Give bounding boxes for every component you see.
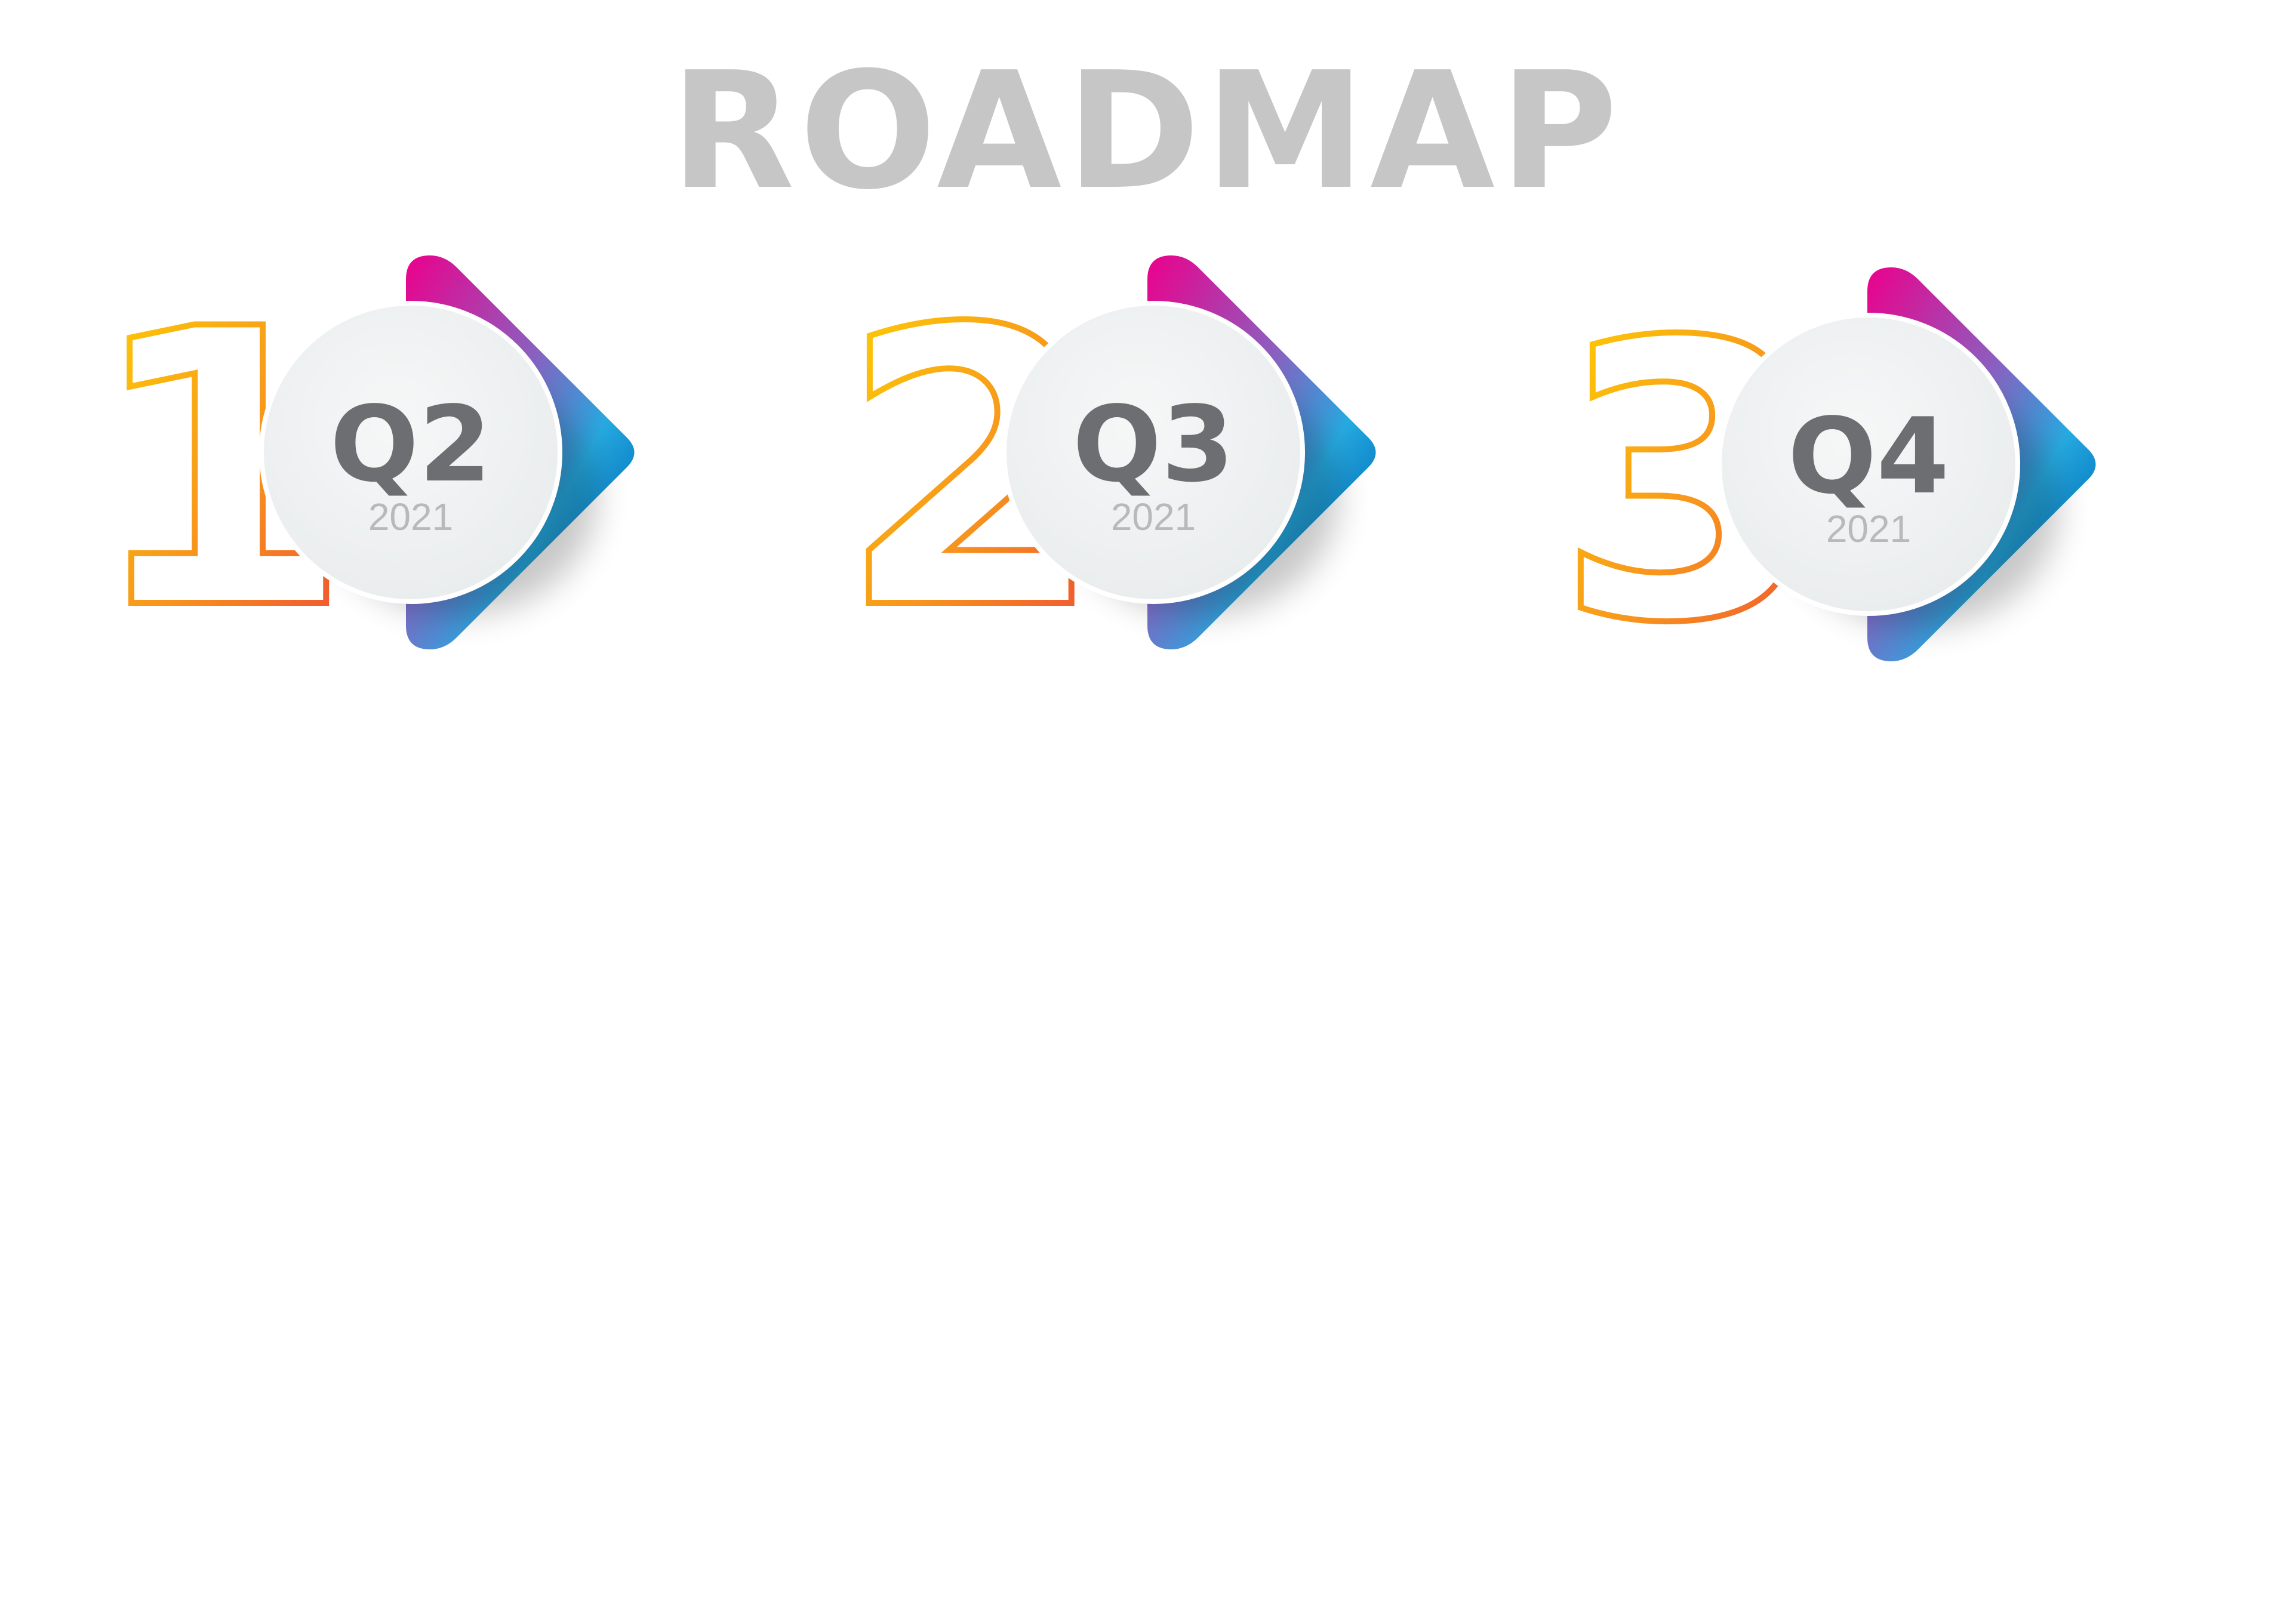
year-label-1: 2021 bbox=[368, 495, 453, 538]
quarter-label-2: Q3 bbox=[1073, 384, 1235, 506]
roadmap-step-2: 2 Q3 2021 bbox=[836, 245, 1376, 696]
roadmap-diagram: 1 Q2 2021 2 Q3 2021 3 Q4 2021 bbox=[84, 245, 2096, 709]
quarter-label-3: Q4 bbox=[1788, 396, 1950, 517]
year-label-2: 2021 bbox=[1111, 495, 1196, 538]
roadmap-step-1: 1 Q2 2021 bbox=[84, 245, 635, 696]
roadmap-step-3: 3 Q4 2021 bbox=[1552, 258, 2096, 709]
quarter-label-1: Q2 bbox=[330, 384, 492, 506]
year-label-3: 2021 bbox=[1826, 507, 1911, 550]
